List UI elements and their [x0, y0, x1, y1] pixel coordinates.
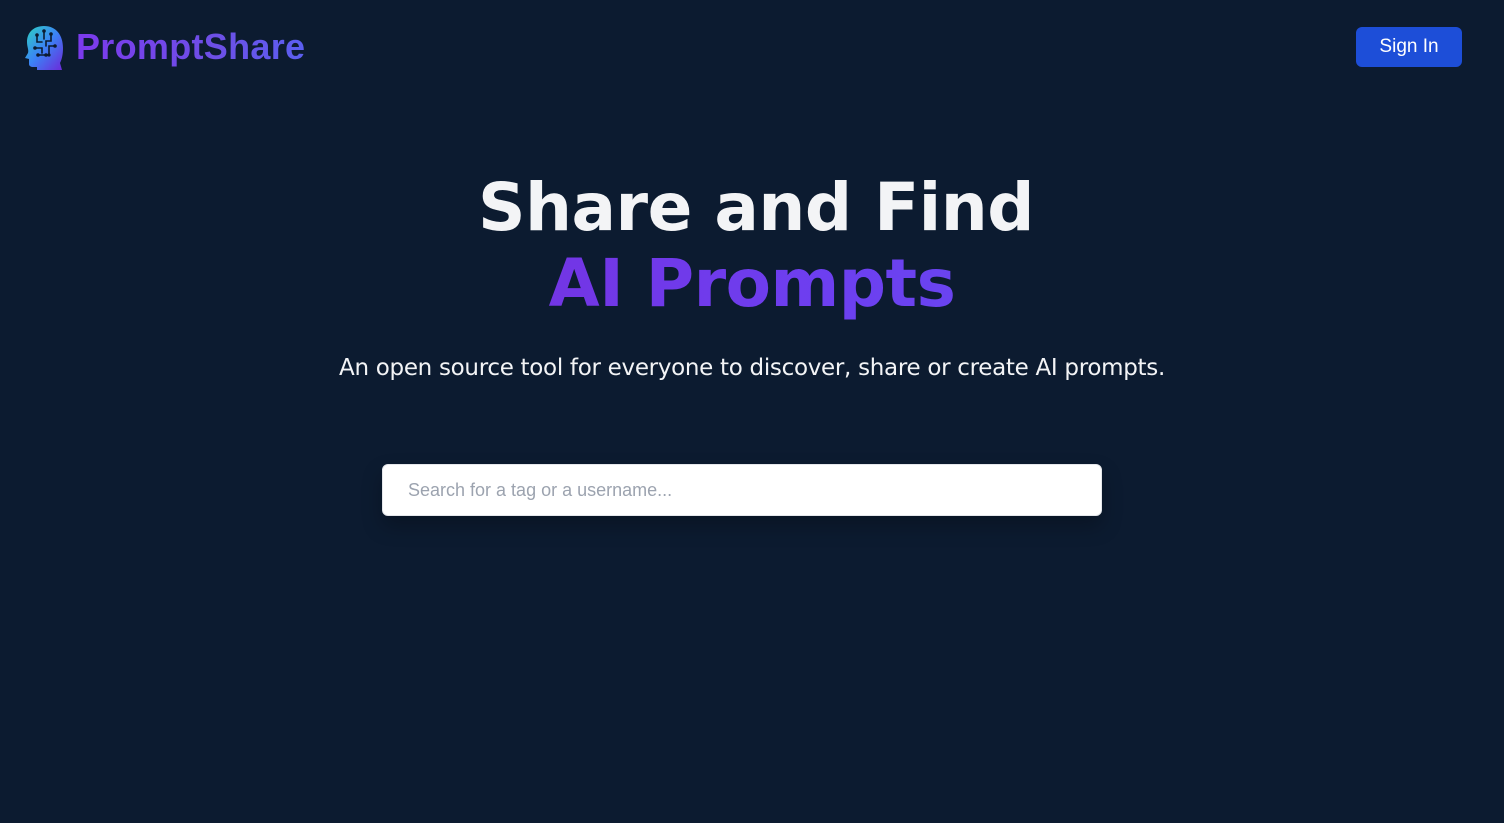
brand-name: PromptShare — [76, 26, 306, 67]
search-input[interactable] — [382, 464, 1102, 516]
hero-title: Share and Find AI Prompts — [0, 170, 1504, 322]
hero-title-highlight: AI Prompts — [0, 246, 1504, 322]
hero-subtitle: An open source tool for everyone to disc… — [339, 355, 1165, 381]
hero-title-line-1: Share and Find — [477, 169, 1035, 246]
hero: Share and Find AI Prompts — [0, 170, 1504, 322]
brain-head-icon — [25, 26, 63, 70]
sign-in-button[interactable]: Sign In — [1356, 27, 1462, 67]
search-form — [382, 464, 1102, 516]
navbar: PromptShare Sign In — [0, 0, 1504, 94]
brand-link[interactable]: PromptShare — [24, 24, 305, 70]
